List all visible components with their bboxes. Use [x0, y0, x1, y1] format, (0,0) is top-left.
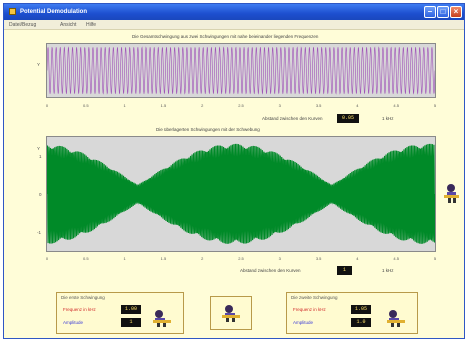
plot1-control-label: Abstand zwischen den Kurven — [262, 116, 323, 121]
plot2-title: Die überlagerten Schwingungen mit der Sc… — [156, 127, 260, 132]
plot1-xtick: 5 — [433, 103, 437, 108]
plot2-ytick-1: 1 — [39, 154, 42, 159]
plot2-xtick: 3.5 — [315, 256, 322, 261]
plot2-xtick: 2 — [201, 256, 204, 261]
plot2-xtick: 1.5 — [160, 256, 167, 261]
plot1-title: Die Gesamtschwingung aus zwei Schwingung… — [132, 34, 319, 39]
plot1-xtick: 4.5 — [393, 103, 399, 108]
menu-bar: Datei/Bezug Ansicht Hilfe — [4, 20, 464, 30]
plot2-xtick: 4 — [356, 256, 359, 261]
app-window: Potential Demodulation – □ × Datei/Bezug… — [3, 3, 465, 339]
second-amp-label: Amplitude — [293, 320, 314, 325]
menu-view[interactable]: Ansicht — [60, 21, 76, 29]
plot2-xtick: 1 — [123, 256, 126, 261]
window-title: Potential Demodulation — [20, 9, 88, 15]
plot2-ylabel: Y — [37, 146, 41, 151]
plot1-xtick: 3.5 — [315, 103, 322, 108]
second-helper-icon[interactable] — [385, 308, 407, 328]
menu-file[interactable]: Datei/Bezug — [9, 21, 36, 29]
plot1-xtick: 3 — [278, 103, 281, 108]
plot2-axes — [46, 136, 436, 252]
center-helper-icon[interactable] — [220, 303, 242, 323]
plot1-unit: 1 kHz — [382, 116, 394, 121]
plot2-xtick: 2.5 — [238, 256, 244, 261]
first-panel-title: Die erste Schwingung — [61, 295, 105, 300]
first-amp-label: Amplitude — [63, 320, 84, 325]
maximize-button[interactable]: □ — [437, 6, 449, 18]
first-amp-field[interactable]: 1 — [121, 318, 141, 327]
plot2-ytick-neg1: -1 — [37, 230, 42, 235]
plot2-unit: 1 kHz — [382, 268, 394, 273]
plot1-xtick: 1.5 — [160, 103, 167, 108]
first-freq-label: Frequenz in kHz — [63, 307, 96, 312]
second-amp-field[interactable]: 1.0 — [351, 318, 371, 327]
plot1-xtick: 1 — [123, 103, 126, 108]
app-icon — [9, 8, 16, 15]
plot2-control-label: Abstand zwischen den Kurven — [240, 268, 301, 273]
second-panel-title: Die zweite Schwingung — [291, 295, 338, 300]
second-freq-label: Frequenz in kHz — [293, 307, 326, 312]
plot1-waveform — [47, 44, 435, 97]
plot2-value-field[interactable]: 1 — [337, 266, 352, 275]
plot2-waveform — [47, 137, 435, 251]
close-button[interactable]: × — [450, 6, 462, 18]
minimize-button[interactable]: – — [424, 6, 436, 18]
plot1-xtick: 0 — [45, 103, 49, 108]
plot2-xtick: 0 — [45, 256, 49, 261]
title-bar[interactable]: Potential Demodulation – □ × — [4, 4, 464, 20]
plot1-axes — [46, 43, 436, 98]
plot2-xtick: 3 — [278, 256, 281, 261]
first-freq-field[interactable]: 1.00 — [121, 305, 141, 314]
plot2-xtick: 0.5 — [83, 256, 89, 261]
second-freq-field[interactable]: 1.05 — [351, 305, 371, 314]
plot1-xtick: 0.5 — [83, 103, 89, 108]
plot2-xtick: 4.5 — [393, 256, 399, 261]
center-helper-box[interactable] — [210, 296, 252, 330]
second-oscillation-panel: Die zweite Schwingung Frequenz in kHz 1.… — [286, 292, 418, 334]
plot1-xtick: 2 — [201, 103, 204, 108]
first-oscillation-panel: Die erste Schwingung Frequenz in kHz 1.0… — [56, 292, 184, 334]
menu-help[interactable]: Hilfe — [86, 21, 96, 29]
first-helper-icon[interactable] — [151, 308, 173, 328]
helper-figure-icon[interactable] — [442, 182, 462, 204]
plot2-ytick-0: 0 — [39, 192, 42, 197]
plot1-xtick: 4 — [356, 103, 359, 108]
plot1-value-field[interactable]: 0.05 — [337, 114, 359, 123]
plot1-xtick: 2.5 — [238, 103, 244, 108]
plot2-xtick: 5 — [433, 256, 437, 261]
plot1-ylabel: Y — [37, 62, 41, 67]
